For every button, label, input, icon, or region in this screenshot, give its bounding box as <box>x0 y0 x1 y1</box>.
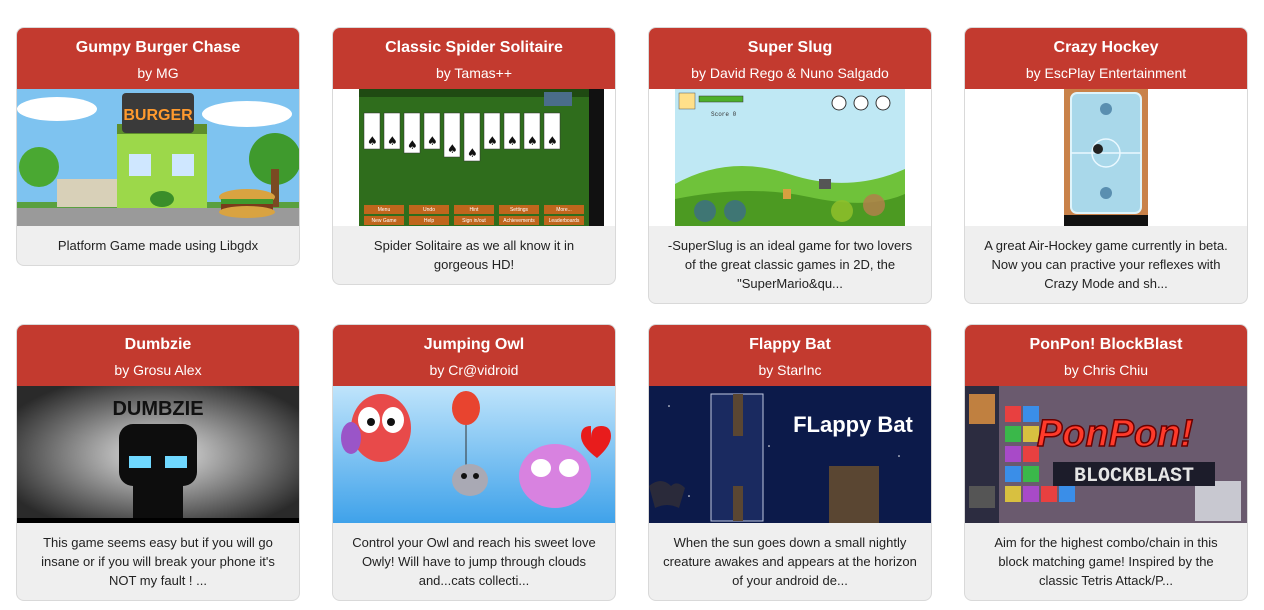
thumb-button-label: New Game <box>371 218 396 224</box>
night-bat-thumbnail[interactable]: FLappy Bat <box>649 386 931 523</box>
game-description: -SuperSlug is an ideal game for two love… <box>667 238 913 291</box>
game-author: by StarInc <box>758 362 822 378</box>
game-title[interactable]: Classic Spider Solitaire <box>333 38 615 57</box>
svg-text:♠: ♠ <box>527 134 538 148</box>
block-puzzle-thumbnail[interactable]: PonPon! BLOCKBLAST <box>965 386 1247 523</box>
card-header: Dumbzie by Grosu Alex <box>17 325 299 386</box>
svg-text:♠: ♠ <box>507 134 518 148</box>
svg-text:♠: ♠ <box>387 134 398 148</box>
thumb-button-label: Hint <box>470 207 480 213</box>
game-card[interactable]: Jumping Owl by Cr@vidroid Control your O… <box>332 324 616 601</box>
game-description: Control your Owl and reach his sweet lov… <box>352 535 596 588</box>
burger-shop-thumbnail[interactable]: BURGER <box>17 89 299 226</box>
game-card[interactable]: Dumbzie by Grosu Alex DUMBZIE This game … <box>16 324 300 601</box>
game-card[interactable]: PonPon! BlockBlast by Chris Chiu PonPon!… <box>964 324 1248 601</box>
game-author: by Grosu Alex <box>114 362 202 378</box>
thumb-button-label: Menu <box>378 207 391 213</box>
thumb-button-label: Sign in/out <box>462 218 486 224</box>
thumb-score-text: Score 0 <box>711 111 737 118</box>
thumb-button-label: Achievements <box>503 218 535 224</box>
card-header: Gumpy Burger Chase by MG <box>17 28 299 89</box>
game-description: Platform Game made using Libgdx <box>57 238 259 253</box>
game-description: This game seems easy but if you will go … <box>41 535 275 588</box>
card-header: Jumping Owl by Cr@vidroid <box>333 325 615 386</box>
game-grid: Gumpy Burger Chase by MG BURGER Platform… <box>16 27 1248 601</box>
thumb-button-label: Help <box>424 218 435 224</box>
card-header: Classic Spider Solitaire by Tamas++ <box>333 28 615 89</box>
thumb-button-label: Leaderboards <box>549 218 580 224</box>
game-author: by David Rego & Nuno Salgado <box>691 65 889 81</box>
thumb-button-label: Undo <box>423 207 435 213</box>
game-title[interactable]: Crazy Hockey <box>965 38 1247 57</box>
game-description: When the sun goes down a small nightly c… <box>663 535 917 588</box>
card-header: Super Slug by David Rego & Nuno Salgado <box>649 28 931 89</box>
game-description: Aim for the highest combo/chain in this … <box>994 535 1218 588</box>
thumb-button-label: More... <box>556 207 572 213</box>
svg-text:♠: ♠ <box>467 146 478 160</box>
game-description: A great Air-Hockey game currently in bet… <box>984 238 1228 291</box>
owls-and-cat-thumbnail[interactable] <box>333 386 615 523</box>
card-header: PonPon! BlockBlast by Chris Chiu <box>965 325 1247 386</box>
air-hockey-table-thumbnail[interactable] <box>965 89 1247 226</box>
game-title[interactable]: Dumbzie <box>17 335 299 354</box>
game-title[interactable]: Gumpy Burger Chase <box>17 38 299 57</box>
thumb-logo-text: BURGER <box>123 107 193 124</box>
game-card[interactable]: Gumpy Burger Chase by MG BURGER Platform… <box>16 27 300 266</box>
platformer-hills-thumbnail[interactable]: Score 0 <box>649 89 931 226</box>
svg-text:♠: ♠ <box>447 142 458 156</box>
svg-text:♠: ♠ <box>427 134 438 148</box>
game-card[interactable]: Super Slug by David Rego & Nuno Salgado … <box>648 27 932 304</box>
game-card[interactable]: Flappy Bat by StarInc FLappy Bat When th… <box>648 324 932 601</box>
game-author: by EscPlay Entertainment <box>1025 65 1187 81</box>
solitaire-cards-thumbnail[interactable]: ♠ ♠ ♠ ♠ ♠ ♠ ♠ ♠ ♠ ♠ Menu Undo Hint Setti… <box>333 89 615 226</box>
game-title[interactable]: Flappy Bat <box>649 335 931 354</box>
game-title[interactable]: Super Slug <box>649 38 931 57</box>
game-author: by Cr@vidroid <box>429 362 519 378</box>
game-title[interactable]: PonPon! BlockBlast <box>965 335 1247 354</box>
svg-text:♠: ♠ <box>407 138 418 152</box>
thumb-logo-text: FLappy Bat <box>793 412 913 437</box>
game-author: by MG <box>137 65 179 81</box>
svg-text:♠: ♠ <box>487 134 498 148</box>
game-title[interactable]: Jumping Owl <box>333 335 615 354</box>
thumb-logo-text: DUMBZIE <box>112 398 203 420</box>
thumb-button-label: Settings <box>510 207 529 213</box>
game-card[interactable]: Classic Spider Solitaire by Tamas++ ♠ ♠ … <box>332 27 616 285</box>
card-header: Crazy Hockey by EscPlay Entertainment <box>965 28 1247 89</box>
game-author: by Chris Chiu <box>1063 362 1149 378</box>
svg-text:♠: ♠ <box>367 134 378 148</box>
card-header: Flappy Bat by StarInc <box>649 325 931 386</box>
thumb-logo-subtext: BLOCKBLAST <box>1074 465 1194 488</box>
game-card[interactable]: Crazy Hockey by EscPlay Entertainment A … <box>964 27 1248 304</box>
game-author: by Tamas++ <box>435 65 512 81</box>
svg-text:♠: ♠ <box>547 134 558 148</box>
dark-robot-thumbnail[interactable]: DUMBZIE <box>17 386 299 523</box>
thumb-logo-text: PonPon! <box>1037 413 1193 455</box>
game-description: Spider Solitaire as we all know it in go… <box>373 238 575 272</box>
